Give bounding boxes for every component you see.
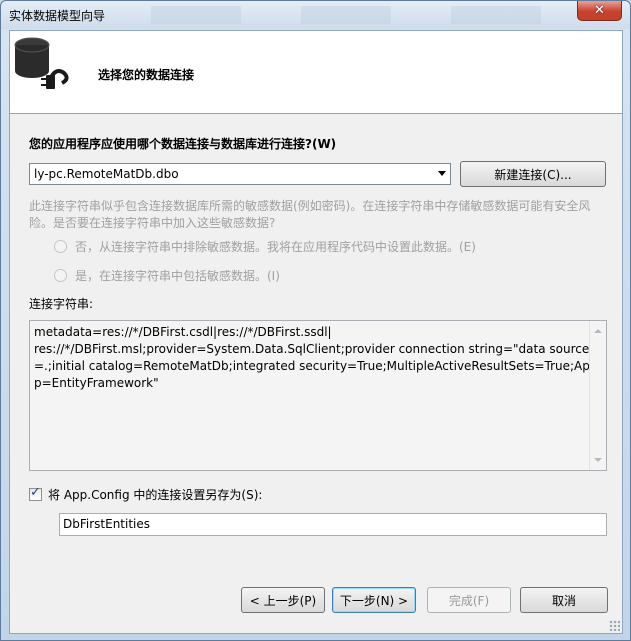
wizard-window: 实体数据模型向导 ✕ 选择您的数据连接 您的应用程序应使用哪个数据连接与数据库进… [0,0,631,641]
cancel-button[interactable]: 取消 [520,587,608,613]
chevron-down-icon [438,171,446,176]
background-window-tabs [91,6,561,24]
wizard-header: 选择您的数据连接 [10,31,622,114]
scroll-down-icon[interactable] [594,458,602,462]
include-sensitive-label: 是，在连接字符串中包括敏感数据。(I) [75,269,280,283]
sensitive-data-note: 此连接字符串似乎包含连接数据库所需的敏感数据(例如密码)。在连接字符串中存储敏感… [29,199,591,230]
next-button[interactable]: 下一步(N) > [332,587,416,613]
resize-grip-icon[interactable] [609,620,620,631]
vertical-scrollbar[interactable] [589,321,606,470]
include-sensitive-radio[interactable] [54,269,67,282]
finish-button[interactable]: 完成(F) [427,587,511,613]
entities-name-field[interactable]: DbFirstEntities [59,513,607,536]
exclude-sensitive-radio[interactable] [54,240,67,253]
scroll-up-icon[interactable] [594,329,602,333]
connection-string-label: 连接字符串: [29,297,94,311]
connection-string-textarea[interactable]: metadata=res://*/DBFirst.csdl|res://*/DB… [29,320,607,471]
check-icon: ✓ [30,485,41,500]
close-button[interactable]: ✕ [577,1,622,21]
previous-button[interactable]: < 上一步(P) [241,587,325,613]
database-plug-icon [14,37,69,89]
connection-string-text: metadata=res://*/DBFirst.csdl|res://*/DB… [34,325,590,390]
save-settings-label: 将 App.Config 中的连接设置另存为(S): [48,488,263,502]
include-sensitive-option[interactable]: 是，在连接字符串中包括敏感数据。(I) [54,267,280,284]
save-settings-row[interactable]: ✓ 将 App.Config 中的连接设置另存为(S): [29,485,263,503]
connection-question-label: 您的应用程序应使用哪个数据连接与数据库进行连接?(W) [29,137,337,151]
connection-dropdown[interactable]: ly-pc.RemoteMatDb.dbo [29,163,451,185]
exclude-sensitive-label: 否，从连接字符串中排除敏感数据。我将在应用程序代码中设置此数据。(E) [75,240,476,254]
dialog-body: 选择您的数据连接 您的应用程序应使用哪个数据连接与数据库进行连接?(W) ly-… [9,30,623,634]
title-bar[interactable]: 实体数据模型向导 ✕ [1,1,630,29]
save-settings-checkbox[interactable]: ✓ [29,485,42,501]
close-icon: ✕ [594,3,605,18]
connection-dropdown-value: ly-pc.RemoteMatDb.dbo [34,167,179,181]
page-title: 选择您的数据连接 [98,68,195,82]
exclude-sensitive-option[interactable]: 否，从连接字符串中排除敏感数据。我将在应用程序代码中设置此数据。(E) [54,238,476,255]
new-connection-button[interactable]: 新建连接(C)... [460,161,606,187]
